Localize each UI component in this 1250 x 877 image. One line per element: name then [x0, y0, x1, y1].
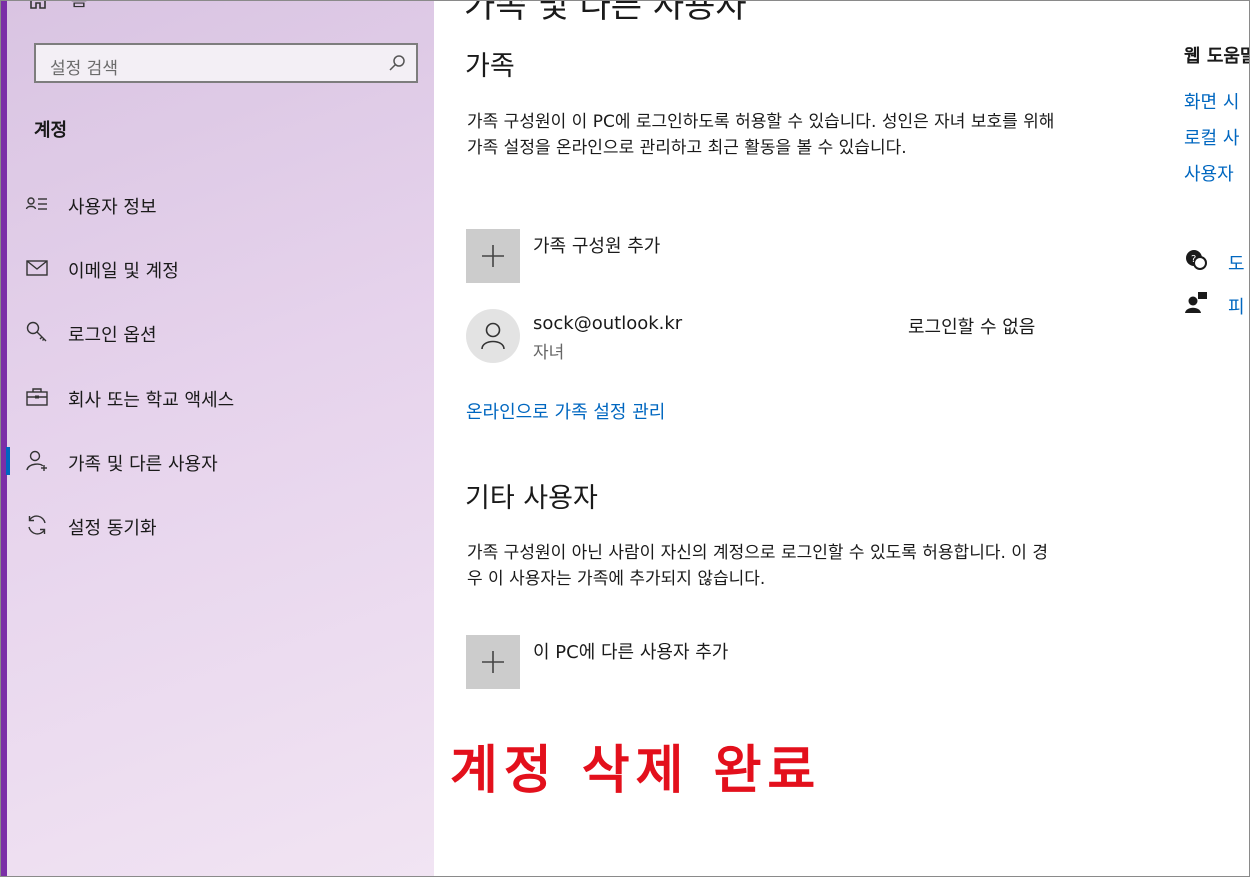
sidebar-item-email-accounts[interactable]: 이메일 및 계정: [7, 244, 434, 292]
family-member-email[interactable]: sock@outlook.kr: [533, 313, 682, 334]
sidebar: 홈 설정 검색 계정 사용자 정보 이메일 및 계정 로그인 옵션 회사 또는 …: [0, 0, 434, 877]
web-help-title: 웹 도움말: [1184, 46, 1250, 67]
user-info-icon: [25, 197, 47, 210]
key-icon: [26, 321, 47, 342]
help-link-2[interactable]: 로컬 사: [1184, 124, 1239, 150]
page-title: 가족 및 다른 사용자: [464, 0, 747, 26]
mail-icon: [26, 260, 48, 276]
add-family-member-label[interactable]: 가족 구성원 추가: [533, 232, 660, 258]
other-users-description: 가족 구성원이 아닌 사람이 자신의 계정으로 로그인할 수 있도록 허용합니다…: [467, 543, 1048, 589]
feedback-link[interactable]: 피: [1228, 293, 1245, 319]
sidebar-item-work-school[interactable]: 회사 또는 학교 액세스: [7, 373, 434, 421]
help-link-1[interactable]: 화면 시: [1184, 88, 1239, 114]
get-help-link[interactable]: 도: [1228, 250, 1245, 276]
person-icon: [481, 322, 505, 350]
section-title: 계정: [34, 120, 68, 141]
family-member-role: 자녀: [533, 343, 565, 363]
family-description: 가족 구성원이 이 PC에 로그인하도록 허용할 수 있습니다. 성인은 자녀 …: [467, 112, 1055, 158]
sidebar-item-label: 사용자 정보: [68, 197, 157, 218]
search-placeholder: 설정 검색: [50, 59, 118, 79]
sidebar-item-label: 설정 동기화: [68, 518, 157, 539]
search-input[interactable]: 설정 검색: [34, 43, 418, 83]
sidebar-item-sync-settings[interactable]: 설정 동기화: [7, 501, 434, 549]
briefcase-icon: [26, 388, 48, 406]
help-link-3[interactable]: 사용자: [1184, 160, 1234, 186]
family-heading: 가족: [465, 51, 515, 82]
sidebar-item-label: 회사 또는 학교 액세스: [68, 390, 235, 411]
sync-icon: [28, 515, 46, 535]
add-other-user-label[interactable]: 이 PC에 다른 사용자 추가: [533, 638, 728, 664]
home-label: 홈: [70, 0, 88, 11]
sidebar-item-label: 로그인 옵션: [68, 325, 157, 346]
other-users-heading: 기타 사용자: [465, 483, 598, 514]
avatar[interactable]: [466, 309, 520, 363]
home-icon: [30, 0, 46, 9]
get-help-icon: ?: [1186, 250, 1207, 270]
account-deleted-banner: 계정 삭제 완료: [450, 741, 822, 801]
right-help-panel: 웹 도움말 화면 시 로컬 사 사용자 ? 도 피: [1184, 0, 1250, 877]
sidebar-item-user-info[interactable]: 사용자 정보: [7, 180, 434, 228]
sidebar-item-family-other-users[interactable]: 가족 및 다른 사용자: [6, 437, 434, 485]
plus-icon: [482, 245, 504, 267]
plus-icon: [482, 651, 504, 673]
svg-text:?: ?: [1191, 254, 1196, 265]
feedback-icon: [1185, 292, 1207, 313]
search-icon: [389, 55, 405, 71]
sidebar-item-label: 가족 및 다른 사용자: [68, 454, 218, 475]
manage-family-online-link[interactable]: 온라인으로 가족 설정 관리: [466, 398, 665, 424]
sidebar-item-sign-in-options[interactable]: 로그인 옵션: [7, 308, 434, 356]
person-add-icon: [26, 450, 47, 471]
home-nav-item[interactable]: 홈: [29, 0, 87, 12]
family-member-status: 로그인할 수 없음: [908, 317, 1036, 338]
sidebar-item-label: 이메일 및 계정: [68, 261, 179, 282]
add-other-user-button[interactable]: [466, 635, 520, 689]
add-family-member-button[interactable]: [466, 229, 520, 283]
